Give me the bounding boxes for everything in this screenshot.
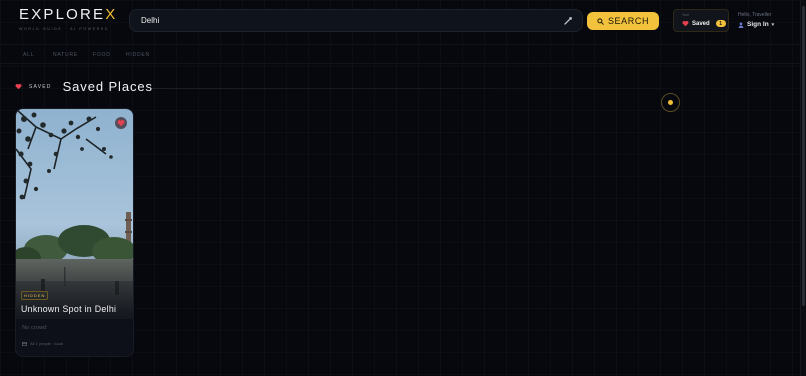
user-greeting: Hello, Traveller — [738, 12, 772, 18]
filter-tab-food[interactable]: FOOD — [93, 52, 111, 58]
saved-button[interactable]: Your Saved 1 — [673, 9, 729, 32]
title-divider — [150, 88, 660, 89]
logo[interactable]: EXPLOREX WORLD GUIDE · AI POWERED — [19, 6, 117, 31]
card-description: No crowd — [22, 325, 47, 331]
search-input[interactable] — [141, 16, 541, 25]
heart-icon — [682, 21, 689, 27]
saved-caption: Your — [682, 13, 690, 17]
place-card[interactable]: HIDDEN Unknown Spot in Delhi No crowd Al… — [15, 108, 134, 357]
search-icon — [597, 17, 604, 25]
page-title: Saved Places — [62, 79, 153, 94]
scrollbar[interactable] — [800, 0, 806, 376]
card-meta: All 1 people · local — [22, 341, 63, 346]
saved-count-badge: 1 — [715, 20, 726, 27]
saved-label: Saved — [692, 20, 710, 27]
location-dot-core — [668, 100, 673, 105]
status-badge: HIDDEN — [21, 291, 49, 300]
signin-button[interactable]: Sign In ▾ — [738, 21, 774, 28]
search-button-label: SEARCH — [607, 16, 650, 26]
filter-bar: ALL NATURE FOOD HIDDEN — [0, 44, 800, 64]
logo-tagline: WORLD GUIDE · AI POWERED — [19, 27, 110, 31]
heart-icon — [15, 84, 22, 90]
card-favorite-button[interactable] — [115, 117, 127, 129]
mic-icon[interactable] — [562, 15, 574, 27]
search-box — [129, 9, 583, 32]
top-header: EXPLOREX WORLD GUIDE · AI POWERED SEARCH… — [0, 0, 800, 42]
chevron-down-icon: ▾ — [771, 21, 775, 28]
search-button[interactable]: SEARCH — [587, 12, 659, 30]
signin-label: Sign In — [747, 21, 769, 28]
logo-text: EXPLOREX — [19, 6, 118, 23]
heart-icon — [117, 120, 125, 127]
card-meta-text: All 1 people · local — [30, 341, 63, 346]
section-header: SAVED Saved Places — [15, 79, 153, 94]
filter-tab-nature[interactable]: NATURE — [53, 52, 78, 58]
filter-tab-hidden[interactable]: HIDDEN — [126, 52, 150, 58]
user-icon — [738, 22, 744, 28]
section-eyebrow: SAVED — [29, 83, 52, 90]
filter-tab-all[interactable]: ALL — [23, 52, 34, 58]
card-title: Unknown Spot in Delhi — [21, 304, 117, 314]
location-dot-icon[interactable] — [661, 93, 680, 112]
scrollbar-thumb[interactable] — [802, 6, 805, 306]
calendar-icon — [22, 341, 27, 346]
user-menu[interactable]: Hello, Traveller Sign In ▾ — [738, 12, 774, 28]
saved-row: Saved 1 — [682, 20, 726, 27]
